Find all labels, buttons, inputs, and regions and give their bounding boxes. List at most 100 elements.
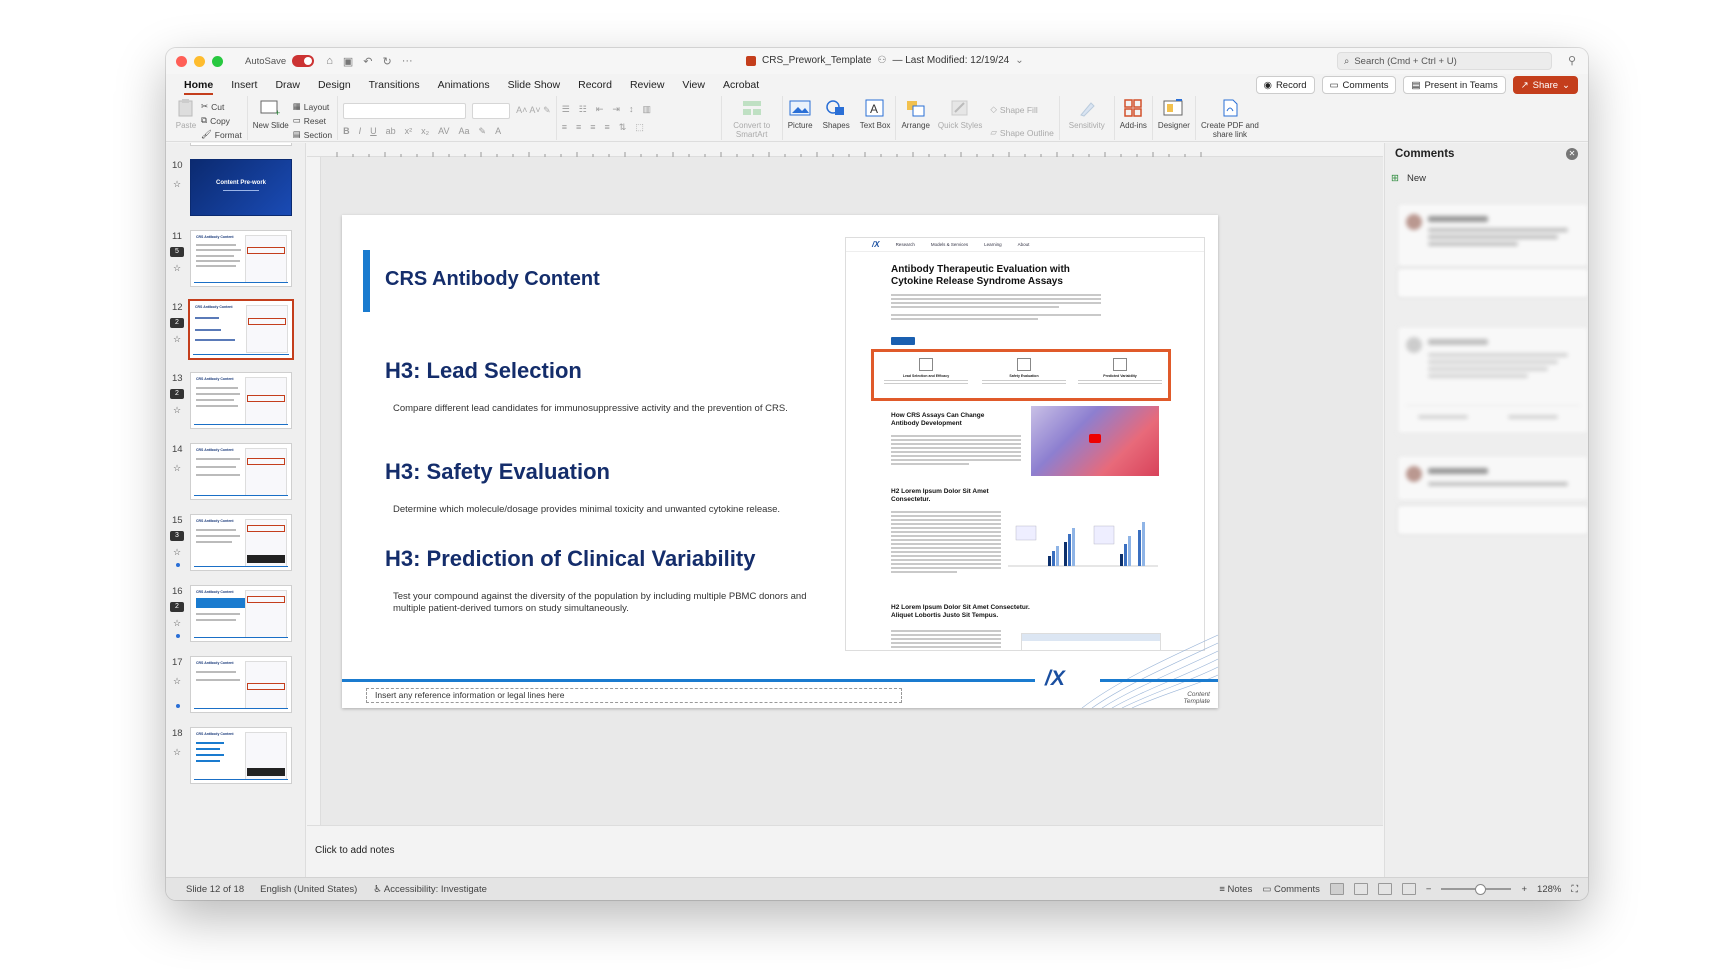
new-slide-button[interactable]: + New Slide	[253, 98, 289, 130]
comment-thread[interactable]	[1397, 203, 1588, 292]
redo-icon[interactable]: ↻	[382, 55, 391, 68]
slide-thumbnail-18[interactable]: CRS Antibody Content	[190, 727, 292, 784]
current-slide[interactable]: CRS Antibody Content H3: Lead Selection …	[342, 215, 1218, 708]
normal-view-button[interactable]	[1329, 883, 1344, 895]
webpage-screenshot[interactable]: /X Research Models & Services Learning A…	[845, 237, 1205, 651]
language-indicator[interactable]: English (United States)	[260, 884, 357, 895]
slide-title[interactable]: CRS Antibody Content	[385, 268, 600, 291]
case-icon[interactable]: Aa	[459, 126, 470, 137]
reply-box[interactable]	[1397, 505, 1588, 535]
shape-fill-button[interactable]: ◇ Shape Fill	[990, 104, 1053, 115]
tab-view[interactable]: View	[673, 74, 714, 96]
body-clinical-variability[interactable]: Test your compound against the diversity…	[393, 591, 833, 615]
slide-thumbnail-10[interactable]: Content Pre-work	[190, 159, 292, 216]
zoom-level[interactable]: 128%	[1537, 884, 1561, 895]
search-box[interactable]: ⌕ Search (Cmd + Ctrl + U)	[1337, 52, 1552, 70]
increase-indent-icon[interactable]: ⇥	[612, 104, 620, 115]
slide-thumbnail-12-selected[interactable]: CRS Antibody Content	[188, 299, 294, 360]
tab-insert[interactable]: Insert	[222, 74, 266, 96]
tab-home[interactable]: Home	[175, 74, 222, 96]
create-pdf-button[interactable]: Create PDF and share link	[1201, 98, 1259, 139]
tab-acrobat[interactable]: Acrobat	[714, 74, 768, 96]
document-title[interactable]: CRS_Prework_Template ⚇ — Last Modified: …	[746, 55, 1024, 66]
slide-thumbnail-14[interactable]: CRS Antibody Content	[190, 443, 292, 500]
columns-icon[interactable]: ▥	[642, 104, 651, 115]
numbering-icon[interactable]: ☷	[579, 104, 587, 115]
justify-icon[interactable]: ≡	[605, 122, 610, 133]
reset-button[interactable]: ▭ Reset	[293, 115, 332, 126]
body-lead-selection[interactable]: Compare different lead candidates for im…	[393, 403, 833, 415]
body-safety-evaluation[interactable]: Determine which molecule/dosage provides…	[393, 504, 833, 516]
reading-view-button[interactable]	[1377, 883, 1392, 895]
slide-thumbnail-panel[interactable]: 10 ☆ Content Pre-work 11 5 ☆ CRS Antibod…	[166, 143, 306, 877]
copy-button[interactable]: ⧉ Copy	[201, 115, 242, 126]
close-window-button[interactable]	[176, 55, 187, 67]
notes-pane[interactable]: Click to add notes	[307, 825, 1383, 877]
comments-button[interactable]: ▭ Comments	[1321, 76, 1397, 94]
zoom-in-icon[interactable]: +	[1521, 884, 1527, 895]
align-text-icon[interactable]: ⬚	[635, 122, 644, 133]
more-icon[interactable]: ···	[402, 55, 413, 68]
undo-icon[interactable]: ↶	[363, 55, 372, 68]
superscript-icon[interactable]: x²	[405, 126, 413, 137]
close-icon[interactable]: ✕	[1566, 148, 1578, 160]
comments-toggle[interactable]: ▭ Comments	[1262, 884, 1320, 895]
subscript-icon[interactable]: x₂	[421, 126, 429, 137]
text-box-button[interactable]: A Text Box	[860, 98, 890, 130]
heading-lead-selection[interactable]: H3: Lead Selection	[385, 358, 582, 384]
italic-icon[interactable]: I	[359, 126, 362, 137]
convert-to-smartart-button[interactable]: Convert to SmartArt	[727, 98, 777, 139]
section-button[interactable]: ▤ Section	[293, 129, 332, 140]
slide-thumbnail-16[interactable]: CRS Antibody Content	[190, 585, 292, 642]
shape-outline-button[interactable]: ▱ Shape Outline	[990, 127, 1053, 138]
tab-design[interactable]: Design	[309, 74, 360, 96]
align-left-icon[interactable]: ≡	[562, 122, 567, 133]
slide-thumbnail-15[interactable]: CRS Antibody Content	[190, 514, 292, 571]
align-center-icon[interactable]: ≡	[576, 122, 581, 133]
tab-draw[interactable]: Draw	[266, 74, 309, 96]
home-icon[interactable]: ⌂	[326, 55, 333, 68]
picture-button[interactable]: Picture	[788, 98, 813, 130]
share-button[interactable]: ↗ Share ⌄	[1512, 76, 1578, 94]
tab-animations[interactable]: Animations	[429, 74, 499, 96]
font-size-field[interactable]	[472, 103, 511, 119]
heading-safety-evaluation[interactable]: H3: Safety Evaluation	[385, 459, 610, 485]
underline-icon[interactable]: U	[370, 126, 377, 137]
zoom-slider[interactable]	[1441, 884, 1512, 895]
heading-clinical-variability[interactable]: H3: Prediction of Clinical Variability	[385, 546, 755, 572]
tab-slide-show[interactable]: Slide Show	[499, 74, 570, 96]
designer-button[interactable]: Designer	[1158, 98, 1190, 130]
sensitivity-button[interactable]: Sensitivity	[1065, 98, 1109, 130]
spacing-icon[interactable]: AV	[438, 126, 449, 137]
record-button[interactable]: ◉ Record	[1255, 76, 1315, 94]
align-right-icon[interactable]: ≡	[590, 122, 595, 133]
zoom-out-icon[interactable]: −	[1426, 884, 1432, 895]
comment-thread[interactable]	[1397, 326, 1588, 434]
slide-thumbnail-11[interactable]: CRS Antibody Content	[190, 230, 292, 287]
reference-placeholder[interactable]: Insert any reference information or lega…	[366, 688, 902, 703]
text-direction-icon[interactable]: ⇅	[619, 122, 627, 133]
cut-button[interactable]: ✂ Cut	[201, 101, 242, 112]
slide-thumbnail-13[interactable]: CRS Antibody Content	[190, 372, 292, 429]
new-comment-button[interactable]: ⊞ New	[1391, 173, 1426, 184]
paste-button[interactable]: Paste	[175, 98, 197, 130]
tab-transitions[interactable]: Transitions	[360, 74, 429, 96]
slide-canvas[interactable]: CRS Antibody Content H3: Lead Selection …	[307, 143, 1383, 877]
quick-styles-button[interactable]: Quick Styles	[938, 98, 982, 130]
font-color-icon[interactable]: A	[495, 126, 501, 137]
line-spacing-icon[interactable]: ↕	[629, 104, 634, 115]
bullets-icon[interactable]: ☰	[562, 104, 570, 115]
notes-toggle[interactable]: ≡ Notes	[1219, 884, 1252, 895]
decrease-indent-icon[interactable]: ⇤	[596, 104, 604, 115]
tab-record[interactable]: Record	[569, 74, 621, 96]
slideshow-view-button[interactable]	[1401, 883, 1416, 895]
fit-to-window-icon[interactable]: ⛶	[1571, 884, 1578, 895]
format-painter-button[interactable]: 🖌 Format	[201, 129, 242, 140]
comment-thread[interactable]	[1397, 455, 1588, 501]
font-name-field[interactable]	[343, 103, 467, 119]
arrange-button[interactable]: Arrange	[901, 98, 930, 130]
save-icon[interactable]: ▣	[343, 55, 353, 68]
slide-sorter-view-button[interactable]	[1353, 883, 1368, 895]
add-ins-button[interactable]: Add-ins	[1120, 98, 1147, 130]
accessibility-indicator[interactable]: ♿︎ Accessibility: Investigate	[373, 884, 487, 895]
